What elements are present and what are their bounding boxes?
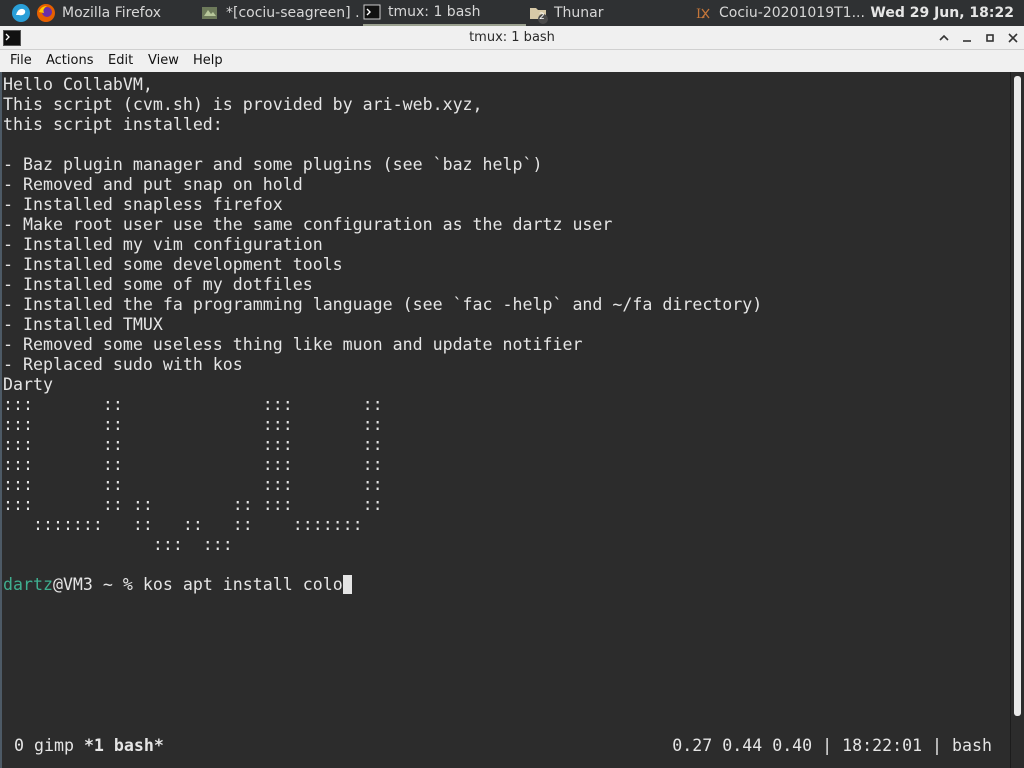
terminal-area[interactable]: Hello CollabVM, This script (cvm.sh) is … (0, 72, 1010, 768)
tmux-status-right: 0.27 0.44 0.40 | 18:22:01 | bash (672, 736, 992, 755)
terminal-line: this script installed: (3, 115, 223, 134)
ascii-art-line: ::: :: ::: :: (3, 455, 383, 474)
terminal-line: This script (cvm.sh) is provided by ari-… (3, 95, 483, 114)
terminal-scrollbar[interactable] (1010, 72, 1024, 768)
ascii-art-line: ::::::: :: :: :: ::::::: (3, 515, 363, 534)
task-label: *[cociu-seagreen] ... (226, 5, 361, 21)
prompt-user: dartz (3, 575, 53, 594)
task-count-badge: 2 (539, 12, 545, 22)
tmux-window-list: 0 gimp *1 bash* (14, 736, 164, 756)
menu-actions[interactable]: Actions (46, 50, 94, 72)
shade-window-icon[interactable] (935, 29, 953, 47)
task-thunar[interactable]: 2 Thunar (529, 0, 604, 26)
text-cursor (342, 575, 352, 594)
gimp-icon (201, 4, 219, 22)
terminal-line: - Baz plugin manager and some plugins (s… (3, 155, 543, 174)
task-label: tmux: 1 bash (388, 4, 481, 20)
scrollbar-thumb[interactable] (1014, 76, 1021, 716)
task-firefox[interactable]: Mozilla Firefox (62, 0, 161, 26)
terminal-line: - Make root user use the same configurat… (3, 215, 613, 234)
ascii-art-line: ::: :: :: :: ::: :: (3, 495, 383, 514)
task-label: Mozilla Firefox (62, 5, 162, 21)
menu-help[interactable]: Help (193, 50, 223, 72)
ascii-art-line: ::: :: ::: :: (3, 435, 383, 454)
typed-command: kos apt install colo (142, 575, 343, 594)
terminal-line: - Installed some development tools (3, 255, 343, 274)
task-lyx[interactable]: L Cociu-20201019T1... (694, 0, 864, 26)
command-prompt[interactable]: dartz@VM3 ~ % kos apt install colo (3, 575, 352, 595)
app-menu-icon[interactable] (11, 3, 31, 23)
terminal-line: - Replaced sudo with kos (3, 355, 243, 374)
taskbar: Mozilla Firefox *[cociu-seagreen] ... tm… (0, 0, 1024, 26)
ascii-art-line: ::: :: ::: :: (3, 475, 383, 494)
terminal-line: - Removed some useless thing like muon a… (3, 335, 583, 354)
terminal-line: - Installed TMUX (3, 315, 163, 334)
svg-text:L: L (696, 7, 705, 22)
menubar: File Actions Edit View Help (0, 50, 1024, 72)
task-gimp[interactable]: *[cociu-seagreen] ... (201, 0, 361, 26)
terminal-line: - Removed and put snap on hold (3, 175, 303, 194)
terminal-line: Darty (3, 375, 53, 394)
ascii-art-line: ::: :: ::: :: (3, 415, 383, 434)
lyx-icon: L (694, 4, 712, 22)
minimize-window-icon[interactable] (958, 29, 976, 47)
tmux-window-active[interactable]: *1 bash* (84, 736, 164, 755)
tmux-window-inactive[interactable]: 0 gimp (14, 736, 84, 755)
terminal-line: - Installed some of my dotfiles (3, 275, 313, 294)
task-tmux[interactable]: tmux: 1 bash (363, 0, 526, 26)
menu-view[interactable]: View (148, 50, 179, 72)
menu-edit[interactable]: Edit (108, 50, 133, 72)
terminal-line: - Installed the fa programming language … (3, 295, 763, 314)
task-label: Thunar (554, 5, 604, 21)
terminal-line: Hello CollabVM, (3, 75, 153, 94)
clock[interactable]: Wed 29 Jun, 18:22 (870, 0, 1014, 26)
terminal-line: - Installed snapless firefox (3, 195, 283, 214)
task-label: Cociu-20201019T1... (719, 5, 864, 21)
window-title: tmux: 1 bash (469, 30, 555, 45)
menu-file[interactable]: File (10, 50, 32, 72)
prompt-host-path: @VM3 ~ % (52, 575, 143, 594)
terminal-icon (363, 3, 381, 21)
window-titlebar[interactable]: tmux: 1 bash (0, 26, 1024, 50)
close-window-icon[interactable] (1004, 29, 1022, 47)
ascii-art-line: ::: :: ::: :: (3, 395, 383, 414)
folder-icon: 2 (529, 4, 548, 24)
terminal-line: - Installed my vim configuration (3, 235, 323, 254)
maximize-window-icon[interactable] (981, 29, 999, 47)
firefox-launcher-icon[interactable] (36, 3, 56, 23)
ascii-art-line: ::: ::: (3, 535, 233, 554)
